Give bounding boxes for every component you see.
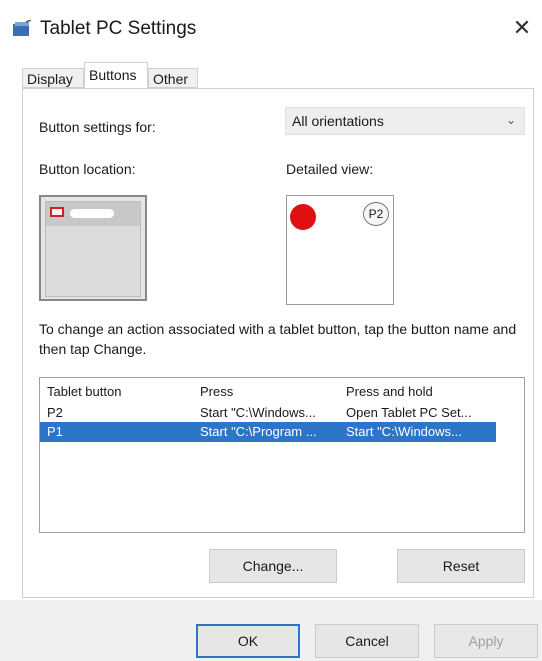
reset-button[interactable]: Reset: [397, 549, 525, 583]
tab-other[interactable]: Other: [148, 68, 198, 88]
buttons-tab-panel: Button settings for: All orientations ⌄ …: [22, 88, 534, 598]
tab-buttons[interactable]: Buttons: [84, 62, 148, 88]
list-item-button: P1: [47, 424, 63, 439]
detailed-view-preview: P2: [286, 195, 394, 305]
list-item-press: Start "C:\Program ...: [200, 424, 317, 439]
column-header-tablet-button[interactable]: Tablet button: [47, 384, 121, 399]
chevron-down-icon: ⌄: [505, 113, 516, 127]
button-location-preview: [39, 195, 147, 301]
title-bar: Tablet PC Settings ✕: [0, 0, 542, 60]
tablet-button-list[interactable]: Tablet button Press Press and hold P2 St…: [39, 377, 525, 533]
apply-button[interactable]: Apply: [434, 624, 538, 658]
tablet-slot-graphic: [70, 209, 114, 218]
tab-display[interactable]: Display: [22, 68, 84, 88]
p2-badge: P2: [363, 202, 389, 226]
instruction-text: To change an action associated with a ta…: [39, 321, 517, 357]
list-item-selected[interactable]: P1 Start "C:\Program ... Start "C:\Windo…: [40, 422, 496, 442]
highlighted-button-marker: [50, 207, 64, 217]
red-dot-icon: [290, 204, 316, 230]
close-icon[interactable]: ✕: [508, 14, 536, 42]
button-location-label: Button location:: [39, 161, 136, 177]
list-item[interactable]: P2 Start "C:\Windows... Open Tablet PC S…: [40, 403, 496, 423]
cancel-button[interactable]: Cancel: [315, 624, 419, 658]
list-item-press: Start "C:\Windows...: [200, 405, 316, 420]
list-header: Tablet button Press Press and hold: [40, 382, 496, 402]
column-header-press-and-hold[interactable]: Press and hold: [346, 384, 494, 399]
button-settings-label: Button settings for:: [39, 119, 156, 135]
orientation-dropdown-value: All orientations: [292, 113, 384, 129]
detailed-view-label: Detailed view:: [286, 161, 374, 177]
tablet-screen-graphic: [45, 201, 141, 297]
tablet-pc-icon: [13, 20, 32, 36]
dialog-footer: OK Cancel Apply: [0, 600, 542, 661]
column-header-press[interactable]: Press: [200, 384, 340, 399]
list-item-button: P2: [47, 405, 63, 420]
ok-button[interactable]: OK: [196, 624, 300, 658]
window-title: Tablet PC Settings: [40, 18, 197, 39]
list-item-hold: Open Tablet PC Set...: [346, 405, 472, 420]
orientation-dropdown[interactable]: All orientations ⌄: [285, 107, 525, 135]
change-button[interactable]: Change...: [209, 549, 337, 583]
list-item-hold: Start "C:\Windows...: [346, 424, 462, 439]
